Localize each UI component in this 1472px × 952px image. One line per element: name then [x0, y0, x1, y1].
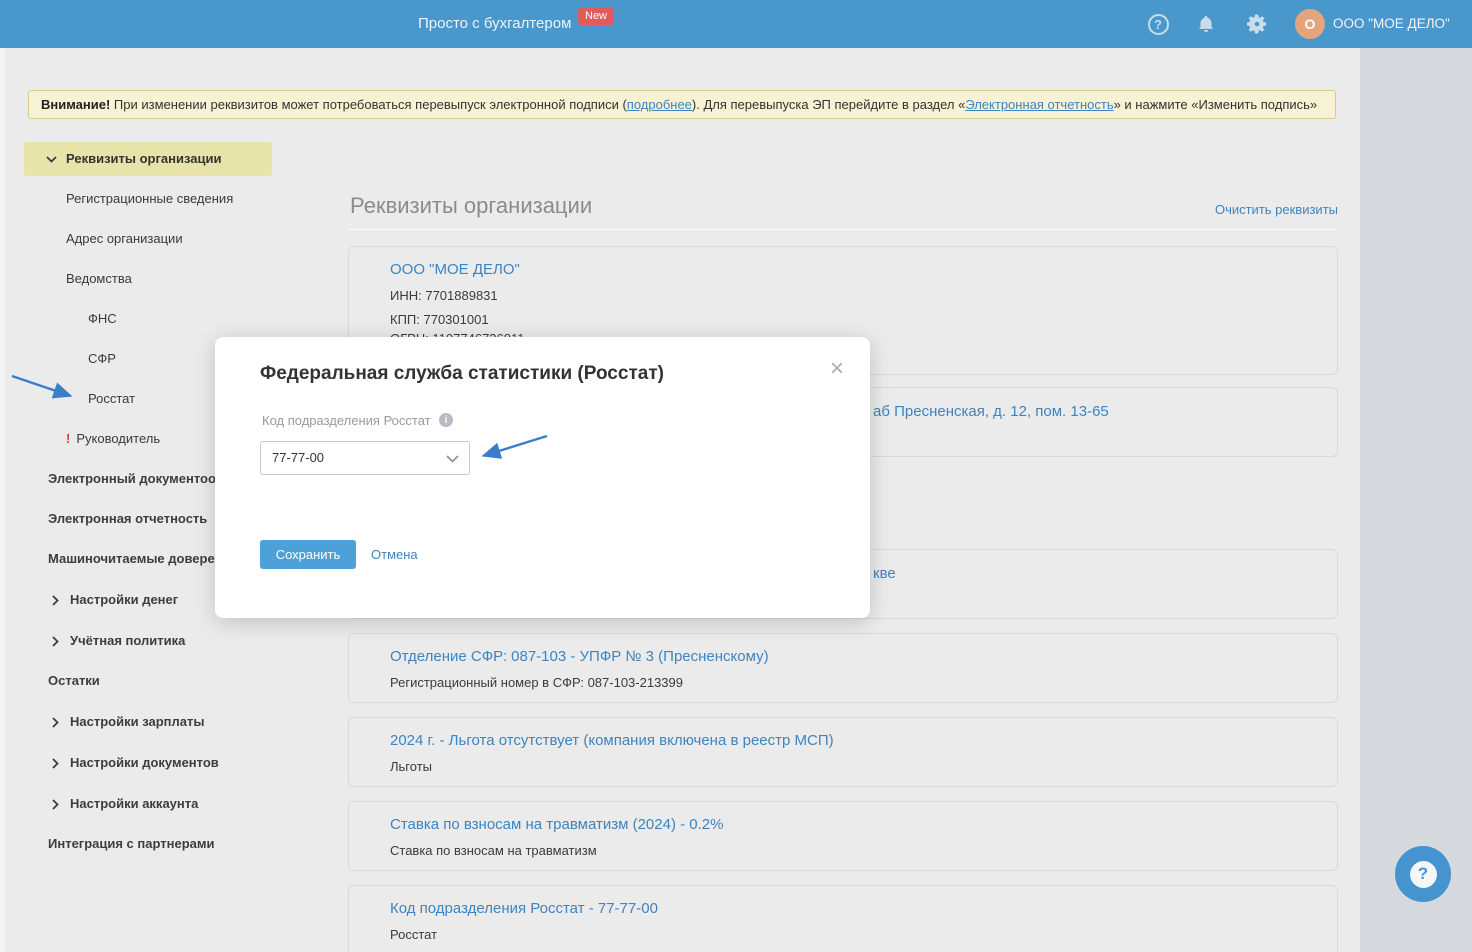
question-mark-icon: ?: [1409, 860, 1437, 888]
sidebar-item-salary-settings[interactable]: Настройки зарплаты: [52, 712, 204, 732]
rosstat-modal: Федеральная служба статистики (Росстат) …: [215, 337, 870, 618]
rosstat-code-field-label: Код подразделения Росстат: [262, 413, 431, 428]
travmatizm-label: Ставка по взносам на травматизм: [390, 843, 597, 858]
sidebar-item-rekvizity-selected[interactable]: Реквизиты организации: [24, 142, 272, 176]
sidebar-item-label: Реквизиты организации: [66, 151, 222, 166]
warning-banner-text: » и нажмите «Изменить подпись»: [1113, 97, 1318, 112]
details-link[interactable]: подробнее: [627, 97, 692, 112]
sidebar-item-vedomstva[interactable]: Ведомства: [66, 269, 132, 289]
sidebar-item-account-settings[interactable]: Настройки аккаунта: [52, 794, 198, 814]
account-name[interactable]: ООО "МОЕ ДЕЛО": [1333, 0, 1450, 48]
card-travmatizm: Ставка по взносам на травматизм (2024) -…: [348, 801, 1338, 871]
sfr-link[interactable]: Отделение СФР: 087-103 - УПФР № 3 (Пресн…: [390, 648, 769, 665]
chevron-right-icon: [52, 595, 59, 606]
account-avatar[interactable]: O: [1295, 9, 1325, 39]
chevron-right-icon: [52, 799, 59, 810]
rosstat-code-select[interactable]: 77-77-00: [260, 441, 470, 475]
chevron-right-icon: [52, 636, 59, 647]
sidebar-item-ostatki[interactable]: Остатки: [48, 671, 100, 691]
right-panel-strip: [1360, 48, 1472, 952]
lgoty-label: Льготы: [390, 759, 433, 774]
card-sfr: Отделение СФР: 087-103 - УПФР № 3 (Пресн…: [348, 633, 1338, 703]
warning-banner-text: При изменении реквизитов может потребова…: [110, 97, 627, 112]
sidebar-item-org-address[interactable]: Адрес организации: [66, 229, 183, 249]
warning-banner-text: ). Для перевыпуска ЭП перейдите в раздел…: [691, 97, 966, 112]
help-icon[interactable]: ?: [1146, 0, 1170, 48]
notifications-bell-icon[interactable]: [1194, 0, 1218, 48]
clear-requisites-link[interactable]: Очистить реквизиты: [1214, 202, 1338, 217]
rosstat-code-value: 77-77-00: [272, 450, 325, 465]
save-button[interactable]: Сохранить: [260, 540, 356, 569]
travmatizm-link[interactable]: Ставка по взносам на травматизм (2024) -…: [390, 816, 723, 833]
page-title: Реквизиты организации: [350, 193, 593, 218]
warning-banner-bold: Внимание!: [41, 97, 111, 112]
warning-exclamation-icon: !: [66, 431, 71, 446]
ifns-link-fragment[interactable]: кве: [873, 565, 896, 582]
sidebar-item-electronic-reporting[interactable]: Электронная отчетность: [48, 509, 207, 529]
sidebar-item-money-settings[interactable]: Настройки денег: [52, 590, 178, 610]
chevron-right-icon: [52, 758, 59, 769]
header-title: Просто с бухгалтером: [418, 15, 572, 32]
sidebar-item-rukovoditel[interactable]: ! Руководитель: [66, 429, 160, 449]
left-edge-strip: [0, 48, 5, 952]
sidebar-item-sfr[interactable]: СФР: [88, 349, 116, 369]
sidebar-item-fns[interactable]: ФНС: [88, 309, 117, 329]
header-divider: [348, 229, 1338, 230]
kpp-value: КПП: 770301001: [390, 312, 489, 327]
address-link-fragment[interactable]: аб Пресненская, д. 12, пом. 13-65: [873, 403, 1109, 420]
electronic-reporting-link[interactable]: Электронная отчетность: [965, 97, 1113, 112]
settings-gear-icon[interactable]: [1244, 0, 1270, 48]
sidebar-item-registration-info[interactable]: Регистрационные сведения: [66, 189, 233, 209]
sidebar-item-partner-integration[interactable]: Интеграция с партнерами: [48, 834, 214, 854]
card-lgoty: 2024 г. - Льгота отсутствует (компания в…: [348, 717, 1338, 787]
modal-title: Федеральная служба статистики (Росстат): [260, 363, 664, 384]
sidebar-item-accounting-policy[interactable]: Учётная политика: [52, 631, 185, 651]
chevron-down-icon: [46, 156, 57, 163]
info-icon[interactable]: i: [439, 413, 453, 427]
card-rosstat-code: Код подразделения Росстат - 77-77-00 Рос…: [348, 885, 1338, 952]
close-icon[interactable]: ×: [830, 357, 844, 381]
top-header-bar: Просто с бухгалтером New ? O ООО "МОЕ ДЕ…: [0, 0, 1472, 48]
warning-banner: Внимание! При изменении реквизитов может…: [28, 90, 1336, 119]
new-badge: New: [578, 8, 615, 25]
rosstat-label: Росстат: [390, 927, 438, 942]
chevron-down-icon: [446, 455, 459, 463]
help-fab-button[interactable]: ?: [1395, 846, 1451, 902]
organization-name-link[interactable]: ООО "МОЕ ДЕЛО": [390, 261, 520, 278]
lgoty-link[interactable]: 2024 г. - Льгота отсутствует (компания в…: [390, 732, 834, 749]
annotation-arrow-rosstat: [11, 374, 73, 399]
chevron-right-icon: [52, 717, 59, 728]
inn-value: ИНН: 7701889831: [390, 288, 498, 303]
sidebar-item-rosstat[interactable]: Росстат: [88, 389, 135, 409]
sfr-registration-number: Регистрационный номер в СФР: 087-103-213…: [390, 675, 683, 690]
cancel-button[interactable]: Отмена: [371, 547, 418, 562]
sidebar-item-document-settings[interactable]: Настройки документов: [52, 753, 219, 773]
rosstat-code-link[interactable]: Код подразделения Росстат - 77-77-00: [390, 900, 658, 917]
